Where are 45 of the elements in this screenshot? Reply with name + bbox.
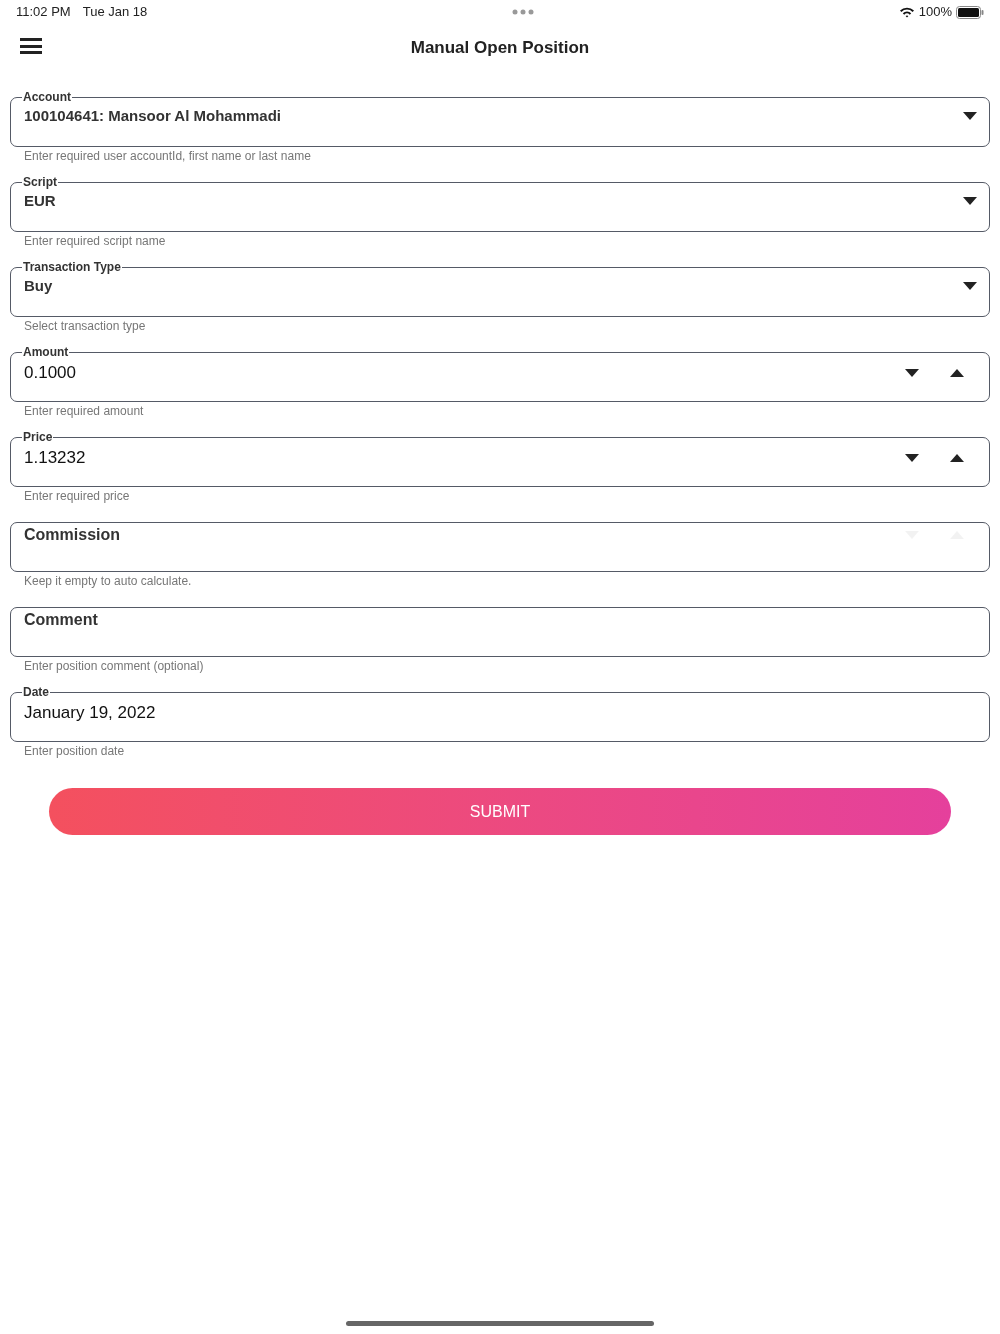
- input-field[interactable]: Amount 0.1000: [10, 344, 990, 402]
- helper-text: Enter position date: [23, 743, 126, 759]
- dropdown-field[interactable]: Transaction Type Buy: [10, 259, 990, 317]
- decrement-caret-icon[interactable]: [905, 368, 919, 377]
- field-label: Amount: [22, 344, 70, 360]
- helper-text: Enter required script name: [23, 233, 167, 249]
- helper-text: Enter position comment (optional): [23, 658, 205, 674]
- more-dots-icon: [512, 9, 534, 15]
- field-placeholder: Comment: [24, 610, 99, 630]
- field-value: EUR: [24, 191, 57, 211]
- submit-button[interactable]: SUBMIT: [49, 788, 951, 835]
- input-field[interactable]: Date January 19, 2022: [10, 684, 990, 742]
- menu-icon[interactable]: [20, 38, 42, 54]
- input-field[interactable]: Comment: [10, 607, 990, 657]
- field-value: 100104641: Mansoor Al Mohammadi: [24, 106, 283, 126]
- dropdown-caret-icon[interactable]: [963, 282, 977, 291]
- field-label: Account: [22, 89, 72, 105]
- increment-caret-icon[interactable]: [950, 368, 964, 377]
- field-value: 0.1000: [24, 362, 77, 384]
- status-date: Tue Jan 18: [82, 3, 148, 22]
- decrement-caret-icon[interactable]: [905, 453, 919, 462]
- dropdown-field[interactable]: Script EUR: [10, 174, 990, 232]
- field-placeholder: Commission: [24, 525, 121, 545]
- field-value: Buy: [24, 276, 54, 296]
- field-value: 1.13232: [24, 447, 87, 469]
- helper-text: Keep it empty to auto calculate.: [23, 573, 193, 589]
- helper-text: Enter required price: [23, 488, 131, 504]
- status-time: 11:02 PM: [16, 3, 71, 22]
- field-label: Script: [22, 174, 58, 190]
- field-label: Date: [22, 684, 50, 700]
- input-field[interactable]: Price 1.13232: [10, 429, 990, 487]
- field-value: January 19, 2022: [24, 702, 157, 724]
- page-title: Manual Open Position: [410, 37, 590, 60]
- increment-caret-icon[interactable]: [950, 453, 964, 462]
- battery-icon: [956, 5, 984, 19]
- dropdown-caret-icon[interactable]: [963, 112, 977, 121]
- helper-text: Enter required user accountId, first name or last name: [23, 148, 312, 164]
- helper-text: Enter required amount: [23, 403, 145, 419]
- helper-text: Select transaction type: [23, 318, 147, 334]
- dropdown-field[interactable]: Account 100104641: Mansoor Al Mohammadi: [10, 89, 990, 147]
- field-label: Transaction Type: [22, 259, 122, 275]
- battery-percent: 100%: [918, 3, 952, 22]
- wifi-icon: [898, 6, 915, 18]
- field-label: Price: [22, 429, 54, 445]
- dropdown-caret-icon[interactable]: [963, 197, 977, 206]
